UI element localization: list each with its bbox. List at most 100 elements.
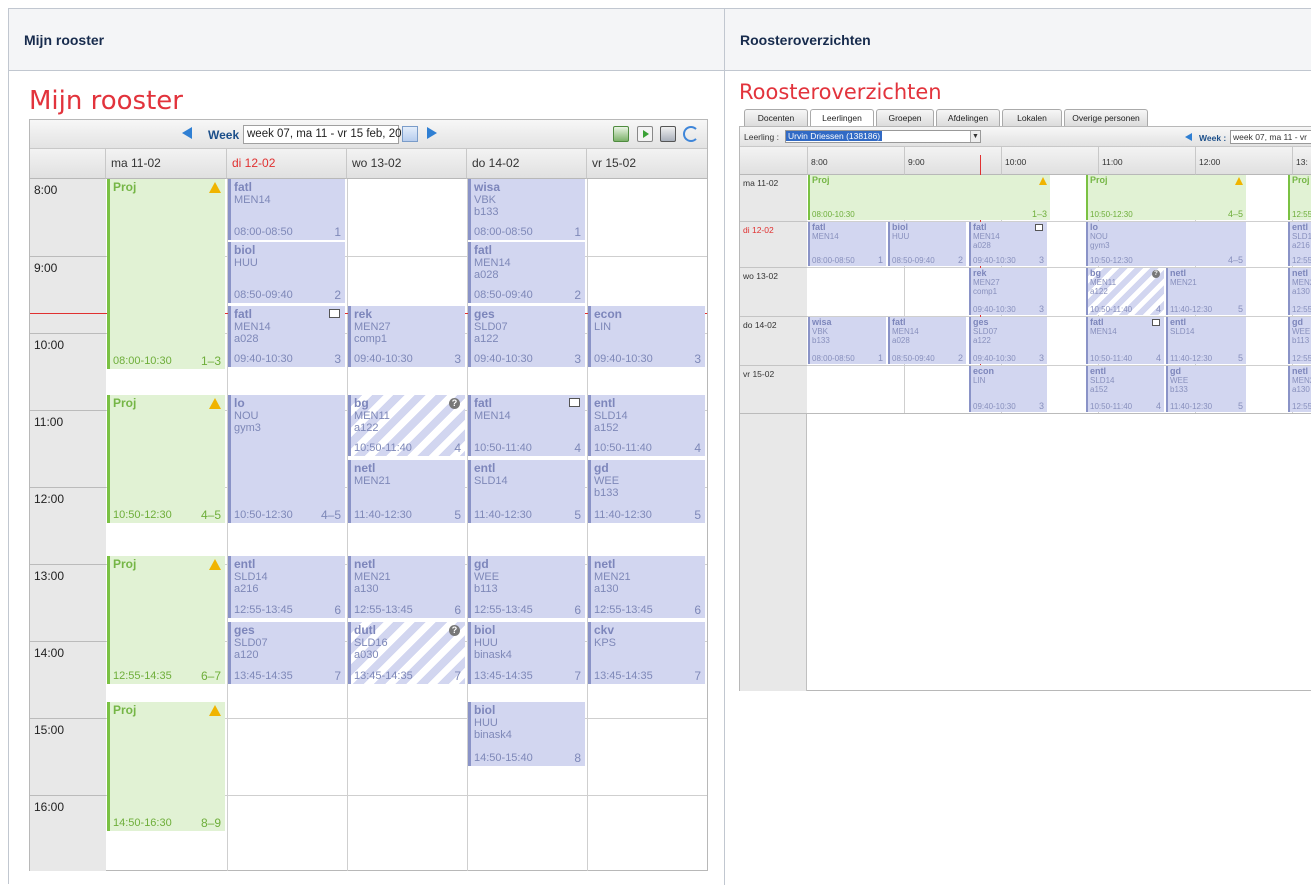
day-label: vr 15-02 (740, 365, 807, 413)
hour-label: 8:00 (30, 179, 106, 256)
schedule-toolbar: Week : week 07, ma 11 - vr 15 feb, 2019 (30, 120, 707, 149)
comment-icon (1035, 224, 1043, 231)
prev-week-arrow-icon[interactable] (182, 127, 192, 139)
export-icon[interactable] (637, 126, 653, 142)
lesson-block[interactable]: netl MEN21 a130 12:55-13:45 6 (588, 556, 705, 618)
lesson-block[interactable]: fatl MEN14 08:00-08:50 1 (808, 222, 886, 266)
day-label: do 14-02 (740, 316, 807, 365)
tab-groepen[interactable]: Groepen (876, 109, 934, 126)
lesson-block[interactable]: netl MEN21 11:40-12:30 5 (348, 460, 465, 523)
overview-panel: Leerling : Urvin Driessen (138186) ▼ Week… (739, 126, 1311, 691)
comment-icon (329, 309, 340, 318)
hour-label: 13:00 (30, 564, 106, 641)
grid-line (587, 179, 588, 871)
lesson-block[interactable]: fatl MEN14 10:50-11:40 4 (1086, 317, 1164, 364)
lesson-block[interactable]: ckv KPS 13:45-14:35 7 (588, 622, 705, 684)
question-icon: ? (1152, 270, 1160, 278)
lesson-block[interactable]: rek MEN27 comp1 09:40-10:30 3 (969, 268, 1047, 315)
warning-icon (209, 705, 221, 716)
lesson-block[interactable]: bg? MEN11 a122 10:50-11:40 4 (348, 395, 465, 456)
lesson-block[interactable]: Proj 10:50-12:30 4–5 (107, 395, 225, 523)
lesson-block[interactable]: Proj 10:50-12:30 4–5 (1086, 175, 1246, 220)
warning-icon (209, 559, 221, 570)
corner-cell (740, 147, 807, 175)
lesson-block[interactable]: gd WEE b133 11:40-12:30 5 (588, 460, 705, 523)
lesson-block[interactable]: entl SLD14 a152 10:50-11:40 4 (588, 395, 705, 456)
next-week-arrow-icon[interactable] (427, 127, 437, 139)
tab-afdelingen[interactable]: Afdelingen (936, 109, 1000, 126)
hour-label: 12:00 (30, 487, 106, 564)
lesson-block[interactable]: econ LIN 09:40-10:30 3 (588, 306, 705, 367)
lesson-block[interactable]: fatl MEN14 10:50-11:40 4 (468, 395, 585, 456)
hour-label: 16:00 (30, 795, 106, 871)
lesson-block[interactable]: biol HUU 08:50-09:40 2 (888, 222, 966, 266)
lesson-block[interactable]: econ LIN 09:40-10:30 3 (969, 366, 1047, 412)
lesson-block[interactable]: lo NOU gym3 10:50-12:30 4–5 (1086, 222, 1246, 266)
question-icon: ? (449, 398, 460, 409)
tab-docenten[interactable]: Docenten (744, 109, 808, 126)
week-input[interactable]: week 07, ma 11 - vr 15 feb, 2019 (243, 125, 414, 144)
lesson-block[interactable]: gd WEE b113 12:55 (1288, 317, 1311, 364)
hour-header: 9:00 (904, 147, 1001, 175)
comment-icon (569, 398, 580, 407)
lesson-block[interactable]: fatl MEN14 a028 08:50-09:40 2 (468, 242, 585, 303)
lesson-block[interactable]: wisa VBK b133 08:00-08:50 1 (468, 179, 585, 240)
column-header-roosteroverzichten: Roosteroverzichten (725, 9, 1311, 71)
lesson-block[interactable]: biol HUU binask4 14:50-15:40 8 (468, 702, 585, 766)
lesson-block[interactable]: fatl MEN14 a028 09:40-10:30 3 (969, 222, 1047, 266)
export-excel-icon[interactable] (613, 126, 629, 142)
student-label: Leerling : (744, 132, 779, 142)
warning-icon (1235, 177, 1243, 185)
lesson-block[interactable]: entl SLD14 a152 10:50-11:40 4 (1086, 366, 1164, 412)
student-select[interactable]: Urvin Driessen (138186) ▼ (785, 130, 981, 143)
calendar-icon[interactable] (402, 126, 418, 142)
lesson-block[interactable]: Proj 08:00-10:30 1–3 (107, 179, 225, 369)
print-icon[interactable] (660, 126, 676, 142)
lesson-block[interactable]: ges SLD07 a122 09:40-10:30 3 (468, 306, 585, 367)
column-header-mijn-rooster: Mijn rooster (9, 9, 724, 71)
lesson-block[interactable]: Proj 08:00-10:30 1–3 (808, 175, 1050, 220)
day-header-di: di 12-02 (227, 149, 347, 179)
hour-label: 14:00 (30, 641, 106, 718)
grid-line (740, 413, 1311, 414)
lesson-block[interactable]: ges SLD07 a122 09:40-10:30 3 (969, 317, 1047, 364)
lesson-block[interactable]: rek MEN27 comp1 09:40-10:30 3 (348, 306, 465, 367)
lesson-block[interactable]: Proj 14:50-16:30 8–9 (107, 702, 225, 831)
lesson-block[interactable]: entl SLD14 11:40-12:30 5 (1166, 317, 1246, 364)
lesson-block[interactable]: dutl? SLD16 a030 13:45-14:35 7 (348, 622, 465, 684)
lesson-block[interactable]: fatl MEN14 a028 09:40-10:30 3 (228, 306, 345, 367)
lesson-block[interactable]: gd WEE b113 12:55-13:45 6 (468, 556, 585, 618)
prev-week-arrow-icon[interactable] (1185, 133, 1192, 141)
lesson-block[interactable]: fatl MEN14 a028 08:50-09:40 2 (888, 317, 966, 364)
lesson-block[interactable]: wisa VBK b133 08:00-08:50 1 (808, 317, 886, 364)
lesson-block[interactable]: ges SLD07 a120 13:45-14:35 7 (228, 622, 345, 684)
lesson-block[interactable]: Proj 12:55-14:35 6–7 (107, 556, 225, 684)
chevron-down-icon[interactable]: ▼ (970, 131, 980, 142)
day-header-wo: wo 13-02 (347, 149, 467, 179)
lesson-block[interactable]: biol HUU 08:50-09:40 2 (228, 242, 345, 303)
lesson-block[interactable]: gd WEE b133 11:40-12:30 5 (1166, 366, 1246, 412)
refresh-icon[interactable] (683, 126, 699, 142)
week-input[interactable]: week 07, ma 11 - vr (1230, 130, 1311, 144)
lesson-block[interactable]: entl SLD14 a216 12:55-13:45 6 (228, 556, 345, 618)
warning-icon (209, 182, 221, 193)
lesson-block[interactable]: netl MEN21 11:40-12:30 5 (1166, 268, 1246, 315)
lesson-block[interactable]: netlMEN2a13012:55 (1288, 268, 1311, 315)
corner-cell (30, 149, 106, 179)
lesson-block[interactable]: entl SLD14 11:40-12:30 5 (468, 460, 585, 523)
lesson-block[interactable]: entl SLD1 a216 12:55 (1288, 222, 1311, 266)
page-title-roosteroverzichten: Roosteroverzichten (739, 80, 942, 104)
lesson-block[interactable]: Proj 12:55 (1288, 175, 1311, 220)
tab-overige-personen[interactable]: Overige personen (1064, 109, 1148, 126)
tab-leerlingen[interactable]: Leerlingen (810, 109, 874, 127)
lesson-block[interactable]: bg? MEN11 a122 10:50-11:40 4 (1086, 268, 1164, 315)
lesson-block[interactable]: lo NOU gym3 10:50-12:30 4–5 (228, 395, 345, 523)
day-header-do: do 14-02 (467, 149, 587, 179)
lesson-block[interactable]: netl MEN21 a130 12:55-13:45 6 (348, 556, 465, 618)
lesson-block[interactable]: biol HUU binask4 13:45-14:35 7 (468, 622, 585, 684)
hour-header: 13: (1292, 147, 1311, 175)
tab-lokalen[interactable]: Lokalen (1002, 109, 1062, 126)
lesson-block[interactable]: fatl MEN14 08:00-08:50 1 (228, 179, 345, 240)
day-label: di 12-02 (740, 221, 807, 267)
lesson-block[interactable]: netlMEN2a13012:55 (1288, 366, 1311, 412)
